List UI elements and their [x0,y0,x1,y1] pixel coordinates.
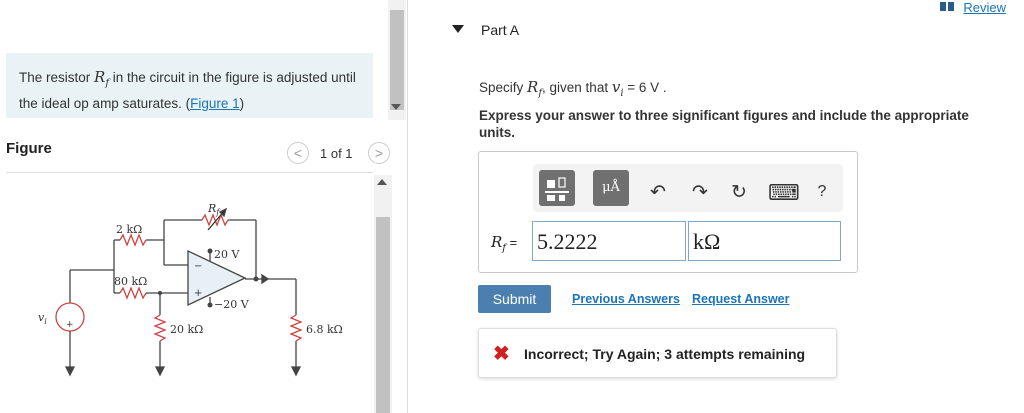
figure-page-indicator: 1 of 1 [320,146,353,161]
undo-icon[interactable]: ↶ [648,181,668,204]
value-input[interactable]: 5.2222 [532,221,686,261]
problem-statement: The resistor Rf in the circuit in the fi… [19,68,356,111]
request-answer-link[interactable]: Request Answer [692,292,789,306]
part-title[interactable]: Part A [481,22,519,38]
panel-divider [407,0,408,413]
next-figure-button[interactable]: > [368,142,390,164]
units-icon: μÅ [602,180,620,195]
keyboard-icon[interactable]: ⌨ [768,180,800,206]
opamp-plus-label: + [194,288,202,299]
rf-variable: Rf [94,68,110,89]
instruction-text: Express your answer to three significant… [479,108,969,140]
figure-divider [6,172,373,173]
question-text: Specify Rf, given that vi = 6 V . [479,78,667,99]
r3-label: 20 kΩ [170,323,203,336]
r2-label: 80 kΩ [114,275,147,288]
scroll-down-arrow-icon[interactable] [391,104,401,110]
figure-title: Figure [6,140,52,157]
problem-scrollbar-thumb[interactable] [390,10,404,110]
templates-button[interactable] [539,170,575,206]
figure-link[interactable]: Figure 1 [190,96,240,111]
unit-input[interactable]: kΩ [688,221,841,261]
figure-scrollbar-thumb[interactable] [376,217,390,413]
reset-icon[interactable]: ↻ [729,181,749,204]
submit-button[interactable]: Submit [478,285,551,313]
units-button[interactable]: μÅ [593,170,629,206]
feedback-text: Incorrect; Try Again; 3 attempts remaini… [524,346,806,362]
prev-figure-button[interactable]: < [287,142,309,164]
chevron-left-icon: < [293,145,303,161]
scroll-up-arrow-icon[interactable] [377,179,387,185]
circuit-diagram: Rf 2 kΩ 80 kΩ 20 V −20 V 20 kΩ 6.8 kΩ vi… [38,202,343,377]
book-icon [940,2,954,11]
source-plus-label: + [66,320,74,330]
error-x-icon: ✖ [493,343,510,365]
answer-label: Rf = [491,233,518,254]
help-icon[interactable]: ? [812,183,832,201]
chevron-right-icon: > [374,145,384,161]
previous-answers-link[interactable]: Previous Answers [572,292,680,306]
r1-label: 2 kΩ [116,223,142,236]
r4-label: 6.8 kΩ [306,323,343,336]
rf-label: Rf [207,202,221,217]
vneg-label: −20 V [214,298,250,311]
collapse-caret-icon[interactable] [452,25,464,33]
templates-icon [545,177,569,201]
opamp-minus-label: − [194,261,202,272]
vi-label: vi [38,311,47,326]
vpos-label: 20 V [214,248,240,261]
redo-icon[interactable]: ↷ [690,181,710,204]
review-link[interactable]: Review [963,0,1006,15]
